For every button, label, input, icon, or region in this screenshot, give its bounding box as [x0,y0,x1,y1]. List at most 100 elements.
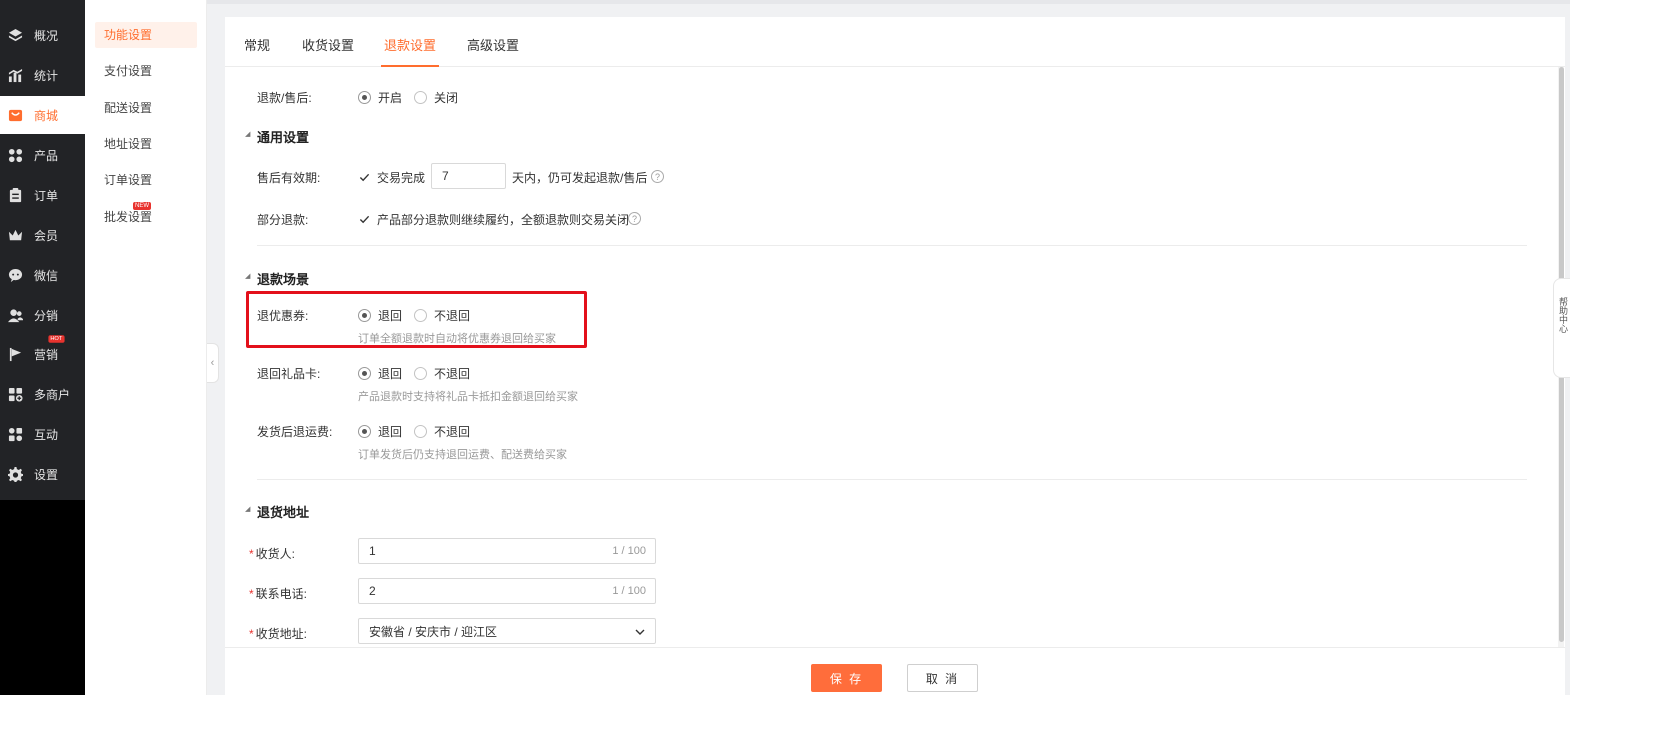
radio-label: 退回 [378,425,403,439]
sub-nav-item-delivery[interactable]: 配送设置 [95,95,197,121]
nav-label-text: 营销 [34,347,59,362]
address-select[interactable]: 安徽省 / 安庆市 / 迎江区 [358,618,656,644]
sub-nav-item-payment[interactable]: 支付设置 [95,58,197,84]
refund-after-sale-label: 退款/售后: [257,91,312,105]
section-caret-icon: ◢ [245,506,251,513]
required-mark: * [249,587,254,601]
partial-refund-label: 部分退款: [257,213,309,227]
required-mark: * [249,627,254,641]
nav-label: 统计 [34,68,59,83]
general-section-title: 通用设置 [257,130,310,145]
help-icon[interactable]: ? [651,170,664,183]
hot-badge: HOT [48,334,65,343]
flag-icon [7,346,23,362]
main-nav: 概况 统计 商城 产品 订单 会员 微信 分销 营销 HOT 多商户 互动 设置 [0,0,85,695]
nav-item-products[interactable]: 产品 [0,136,85,174]
tab-bar: 常规 收货设置 退款设置 高级设置 [225,17,1565,67]
nav-item-orders[interactable]: 订单 [0,176,85,214]
gift-card-no-return-radio[interactable]: 不退回 [414,365,470,382]
validity-label: 售后有效期: [257,171,321,185]
refund-off-radio[interactable]: 关闭 [414,89,458,106]
input-value: 1 [369,544,376,558]
label-text: 联系电话: [255,587,308,601]
checkmark-icon [358,214,370,226]
collapse-sidebar-button[interactable]: ‹ [207,343,219,383]
nav-item-multi-merchant[interactable]: 多商户 [0,375,85,413]
radio-dot [414,367,427,380]
help-icon[interactable]: ? [628,212,641,225]
trade-complete-checkbox[interactable]: 交易完成 [358,169,425,186]
tab-refund[interactable]: 退款设置 [381,35,440,67]
nav-label: 会员 [34,228,59,243]
nav-label: 多商户 [34,387,71,402]
nav-label: 分销 [34,308,59,323]
radio-dot [358,91,371,104]
radio-label: 退回 [378,367,403,381]
new-badge: NEW [133,202,151,210]
nav-item-overview[interactable]: 概况 [0,16,85,54]
checkbox-label: 产品部分退款则继续履约，全额退款则交易关闭 [377,213,630,227]
grid-icon [7,147,23,163]
nav-item-stats[interactable]: 统计 [0,56,85,94]
select-value: 安徽省 / 安庆市 / 迎江区 [369,624,498,639]
gift-card-return-radio[interactable]: 退回 [358,365,402,382]
nav-label: 订单 [34,188,59,203]
divider [257,245,1527,246]
chevron-down-icon [635,629,645,635]
refund-on-radio[interactable]: 开启 [358,89,402,106]
gear-icon [7,466,23,482]
radio-dot [414,425,427,438]
sub-nav-item-order[interactable]: 订单设置 [95,167,197,193]
sub-nav-label: 批发设置 [104,210,153,224]
tab-receiving[interactable]: 收货设置 [302,35,354,67]
radio-label: 关闭 [434,91,459,105]
checkmark-icon [358,172,370,184]
users-icon [7,307,23,323]
tab-general[interactable]: 常规 [244,35,270,67]
nav-item-marketing[interactable]: 营销 HOT [0,334,85,373]
store-plus-icon [7,386,23,402]
nav-item-shop[interactable]: 商城 [0,96,85,134]
highlight-box [246,291,587,348]
nav-label: 营销 HOT [34,334,65,363]
nav-item-wechat[interactable]: 微信 [0,256,85,294]
action-bar [225,647,1565,695]
order-icon [7,187,23,203]
cancel-button[interactable]: 取 消 [907,664,978,692]
phone-input[interactable]: 2 1 / 100 [358,578,656,604]
partial-refund-checkbox[interactable]: 产品部分退款则继续履约，全额退款则交易关闭 [358,211,629,228]
input-value: 2 [369,584,376,598]
layers-icon [7,27,23,43]
shipping-fee-label: 发货后退运费: [257,425,333,439]
nav-label: 设置 [34,467,59,482]
address-section-title: 退货地址 [257,505,310,520]
radio-label: 不退回 [434,425,471,439]
label-text: 收货人: [255,547,296,561]
shipping-fee-no-return-radio[interactable]: 不退回 [414,423,470,440]
sub-nav-item-function[interactable]: 功能设置 [95,22,197,48]
sub-nav-item-address[interactable]: 地址设置 [95,131,197,157]
address-label: * 收货地址: [249,625,307,642]
divider [257,479,1527,480]
nav-label: 互动 [34,427,59,442]
checkbox-label: 交易完成 [377,171,426,185]
tab-advanced[interactable]: 高级设置 [467,35,519,67]
receiver-input[interactable]: 1 1 / 100 [358,538,656,564]
char-counter: 1 / 100 [612,585,646,597]
nav-item-settings[interactable]: 设置 [0,455,85,493]
validity-days-input[interactable]: 7 [431,163,506,189]
nav-item-interaction[interactable]: 互动 [0,415,85,453]
shop-icon [7,107,23,123]
sub-nav-item-wholesale[interactable]: 批发设置 NEW [95,202,197,230]
receiver-label: * 收货人: [249,545,295,562]
nav-item-members[interactable]: 会员 [0,216,85,254]
shipping-fee-return-radio[interactable]: 退回 [358,423,402,440]
section-caret-icon: ◢ [245,131,251,138]
scene-section-title: 退款场景 [257,272,310,287]
save-button[interactable]: 保 存 [811,664,882,692]
nav-item-distribution[interactable]: 分销 [0,296,85,334]
char-counter: 1 / 100 [612,545,646,557]
nav-label: 微信 [34,268,59,283]
nav-label: 产品 [34,148,59,163]
help-center-tab[interactable]: 帮助中心 [1553,278,1570,378]
